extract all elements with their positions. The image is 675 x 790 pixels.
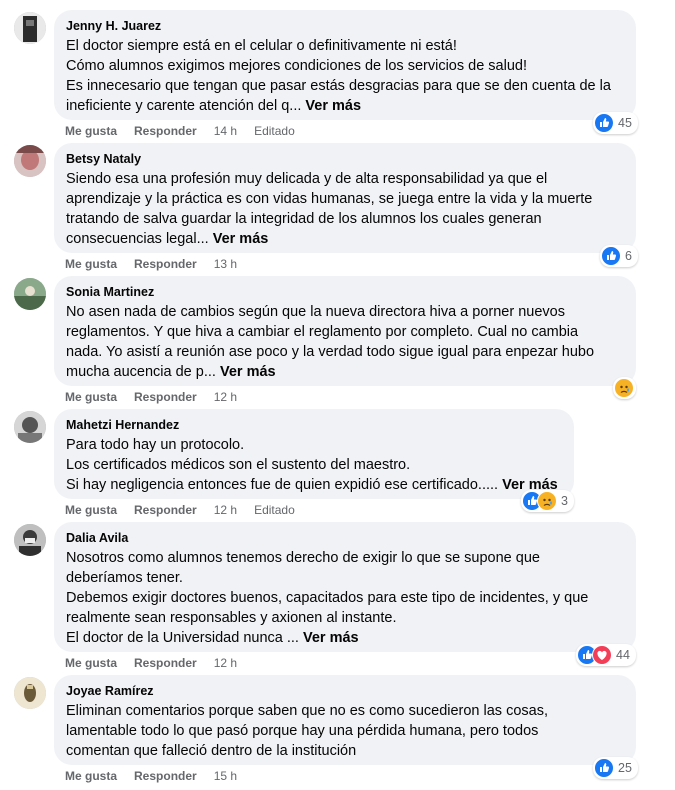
comment-actions: Me gusta Responder 13 h — [65, 256, 254, 272]
reaction-summary[interactable]: 45 — [593, 112, 638, 134]
reply-button[interactable]: Responder — [134, 257, 197, 271]
comment-bubble: Mahetzi Hernandez Para todo hay un proto… — [54, 409, 574, 499]
comment-bubble: Jenny H. Juarez El doctor siempre está e… — [54, 10, 636, 120]
like-button[interactable]: Me gusta — [65, 769, 117, 783]
comment-line: nada. Yo asistí a reunión ase poco y la … — [66, 344, 595, 360]
comment-line: aprendizaje y la práctica es con vidas h… — [66, 191, 593, 207]
comment-line: Debemos exigir doctores buenos, capacita… — [66, 590, 589, 606]
avatar[interactable] — [14, 278, 46, 310]
edited-label: Editado — [254, 503, 295, 517]
like-button[interactable]: Me gusta — [65, 656, 117, 670]
like-icon — [594, 113, 614, 133]
comment-line: mucha aucencia de p... — [66, 364, 216, 380]
comment-line: Cómo alumnos exigimos mejores condicione… — [66, 58, 527, 74]
timestamp[interactable]: 12 h — [214, 390, 237, 404]
comment-author[interactable]: Sonia Martinez — [66, 284, 624, 300]
comment-line: realmente sean responsables y axionen al… — [66, 610, 397, 626]
comment-actions: Me gusta Responder 15 h — [65, 768, 254, 784]
comment-author[interactable]: Dalia Avila — [66, 530, 624, 546]
comment-line: Siendo esa una profesión muy delicada y … — [66, 171, 548, 187]
see-more-link[interactable]: Ver más — [213, 231, 269, 247]
avatar[interactable] — [14, 145, 46, 177]
reply-button[interactable]: Responder — [134, 656, 197, 670]
see-more-link[interactable]: Ver más — [303, 630, 359, 646]
comment-author[interactable]: Jenny H. Juarez — [66, 18, 624, 34]
reaction-summary[interactable]: 3 — [521, 490, 574, 512]
comment-author[interactable]: Mahetzi Hernandez — [66, 417, 562, 433]
like-button[interactable]: Me gusta — [65, 390, 117, 404]
like-button[interactable]: Me gusta — [65, 503, 117, 517]
comment-line: Para todo hay un protocolo. — [66, 437, 245, 453]
comment-bubble: Betsy Nataly Siendo esa una profesión mu… — [54, 143, 636, 253]
avatar[interactable] — [14, 677, 46, 709]
avatar[interactable] — [14, 411, 46, 443]
avatar[interactable] — [14, 524, 46, 556]
comment-text: Para todo hay un protocolo. Los certific… — [66, 435, 562, 495]
like-icon — [594, 758, 614, 778]
comment-line: Eliminan comentarios porque saben que no… — [66, 703, 548, 719]
see-more-link[interactable]: Ver más — [220, 364, 276, 380]
comment-text: Siendo esa una profesión muy delicada y … — [66, 169, 624, 249]
sad-icon — [614, 378, 634, 398]
like-button[interactable]: Me gusta — [65, 257, 117, 271]
reaction-summary[interactable]: 44 — [576, 644, 636, 666]
comment-line: ineficiente y carente atención del q... — [66, 98, 302, 114]
comment-bubble: Sonia Martinez No asen nada de cambios s… — [54, 276, 636, 386]
reply-button[interactable]: Responder — [134, 124, 197, 138]
comment-line: El doctor de la Universidad nunca ... — [66, 630, 299, 646]
reaction-count: 25 — [618, 761, 632, 775]
reaction-count: 44 — [616, 648, 630, 662]
like-button[interactable]: Me gusta — [65, 124, 117, 138]
edited-label: Editado — [254, 124, 295, 138]
timestamp[interactable]: 12 h — [214, 656, 237, 670]
timestamp[interactable]: 12 h — [214, 503, 237, 517]
comment-line: Los certificados médicos son el sustento… — [66, 457, 411, 473]
comment-text: Eliminan comentarios porque saben que no… — [66, 701, 624, 761]
reaction-summary[interactable]: 6 — [600, 245, 638, 267]
comment-line: comentan que falleció dentro de la insti… — [66, 743, 357, 759]
heart-icon — [592, 645, 612, 665]
comment-line: tratando de salva guardar la integridad … — [66, 211, 542, 227]
comment-line: Si hay negligencia entonces fue de quien… — [66, 477, 499, 493]
comment-line: El doctor siempre está en el celular o d… — [66, 38, 457, 54]
reaction-count: 3 — [561, 494, 568, 508]
timestamp[interactable]: 13 h — [214, 257, 237, 271]
see-more-link[interactable]: Ver más — [305, 98, 361, 114]
comment-line: No asen nada de cambios según que la nue… — [66, 304, 565, 320]
reaction-summary[interactable]: 25 — [593, 757, 638, 779]
comment-line: Nosotros como alumnos tenemos derecho de… — [66, 550, 540, 566]
comment-line: deberíamos tener. — [66, 570, 183, 586]
comment-text: El doctor siempre está en el celular o d… — [66, 36, 624, 116]
comment-actions: Me gusta Responder 12 h — [65, 389, 254, 405]
avatar[interactable] — [14, 12, 46, 44]
timestamp[interactable]: 14 h — [214, 124, 237, 138]
timestamp[interactable]: 15 h — [214, 769, 237, 783]
comment-text: No asen nada de cambios según que la nue… — [66, 302, 624, 382]
reaction-count: 6 — [625, 249, 632, 263]
comment-line: reglamentos. Y que hiva a cambiar el reg… — [66, 324, 579, 340]
comment-actions: Me gusta Responder 12 h Editado — [65, 502, 312, 518]
reaction-summary[interactable] — [613, 377, 636, 399]
reply-button[interactable]: Responder — [134, 769, 197, 783]
comment-line: lamentable todo lo que pasó porque hay u… — [66, 723, 539, 739]
comment-author[interactable]: Joyae Ramírez — [66, 683, 624, 699]
sad-icon — [537, 491, 557, 511]
comment-bubble: Dalia Avila Nosotros como alumnos tenemo… — [54, 522, 636, 652]
comment-line: Es innecesario que tengan que pasar está… — [66, 78, 611, 94]
comment-actions: Me gusta Responder 12 h — [65, 655, 254, 671]
comment-text: Nosotros como alumnos tenemos derecho de… — [66, 548, 624, 648]
comment-line: consecuencias legal... — [66, 231, 209, 247]
like-icon — [601, 246, 621, 266]
comment-bubble: Joyae Ramírez Eliminan comentarios porqu… — [54, 675, 636, 765]
comment-author[interactable]: Betsy Nataly — [66, 151, 624, 167]
reply-button[interactable]: Responder — [134, 503, 197, 517]
comment-actions: Me gusta Responder 14 h Editado — [65, 123, 312, 139]
reply-button[interactable]: Responder — [134, 390, 197, 404]
reaction-count: 45 — [618, 116, 632, 130]
